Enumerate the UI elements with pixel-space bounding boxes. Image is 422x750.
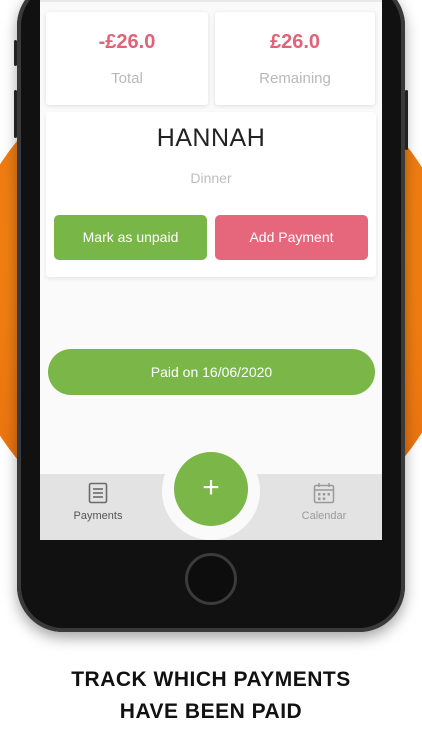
person-card: HANNAH Dinner Mark as unpaid Add Payment — [46, 112, 376, 277]
caption-line-1: TRACK WHICH PAYMENTS — [71, 668, 351, 691]
total-amount: -£26.0 — [98, 31, 156, 53]
tab-payments[interactable]: Payments — [53, 482, 143, 522]
remaining-amount: £26.0 — [269, 31, 321, 53]
mark-unpaid-button[interactable]: Mark as unpaid — [54, 215, 207, 260]
tab-payments-label: Payments — [73, 510, 123, 522]
tab-calendar-label: Calendar — [301, 510, 347, 522]
add-payment-button[interactable]: Add Payment — [215, 215, 368, 260]
phone-power-button — [405, 90, 408, 150]
home-button — [185, 553, 237, 605]
tab-calendar[interactable]: Calendar — [279, 482, 369, 522]
add-fab-button[interactable]: + — [174, 452, 248, 526]
phone-side-button — [14, 40, 17, 66]
remaining-card: £26.0 Remaining — [215, 12, 375, 105]
calendar-icon — [313, 483, 335, 504]
promo-stage: -£26.0 Total £26.0 Remaining HANNAH Dinn… — [0, 0, 422, 750]
app-screen: -£26.0 Total £26.0 Remaining HANNAH Dinn… — [40, 0, 382, 540]
phone-volume-button — [14, 90, 17, 138]
meal-label: Dinner — [190, 170, 232, 186]
plus-icon: + — [202, 471, 220, 504]
list-document-icon — [88, 482, 108, 504]
person-name: HANNAH — [156, 124, 266, 152]
phone-frame: -£26.0 Total £26.0 Remaining HANNAH Dinn… — [14, 0, 408, 632]
remaining-label: Remaining — [259, 70, 331, 87]
total-card: -£26.0 Total — [46, 12, 208, 105]
total-label: Total — [111, 70, 143, 87]
paid-status-button[interactable]: Paid on 16/06/2020 — [48, 349, 375, 395]
top-divider — [40, 0, 382, 2]
caption-line-2: HAVE BEEN PAID — [119, 700, 303, 723]
